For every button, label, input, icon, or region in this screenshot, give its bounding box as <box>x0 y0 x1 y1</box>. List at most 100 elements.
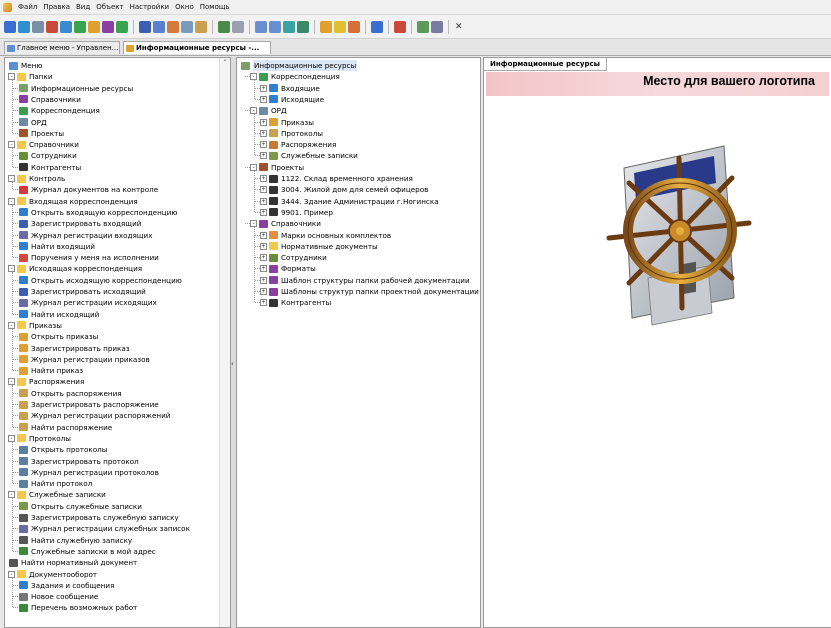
link-icon[interactable] <box>232 20 244 33</box>
collapse-arrow-icon[interactable]: ‹ <box>231 360 234 368</box>
menu-edit[interactable]: Правка <box>40 3 73 11</box>
menu-tree-item[interactable]: Найти протокол <box>5 478 230 489</box>
menu-tree-item[interactable]: Найти входящий <box>5 241 230 252</box>
resources-tree-item[interactable]: + Нормативные документы <box>237 241 462 252</box>
directory-icon[interactable] <box>102 20 114 33</box>
orders-icon[interactable] <box>195 20 207 33</box>
close-icon[interactable]: ✕ <box>455 22 463 32</box>
settings-icon[interactable] <box>394 20 406 33</box>
left-scrollbar[interactable]: ⌃ <box>219 58 230 627</box>
collapse-icon[interactable]: - <box>250 163 257 171</box>
resources-tree-item[interactable]: + Исходящие <box>237 94 462 105</box>
menu-tree-item[interactable]: Корреспонденция <box>5 105 230 116</box>
send-icon[interactable] <box>167 20 179 33</box>
expand-icon[interactable]: + <box>260 288 267 295</box>
collapse-icon[interactable]: - <box>8 141 15 149</box>
menu-tree-item[interactable]: Зарегистрировать протокол <box>5 456 230 467</box>
resources-tree-item[interactable]: + Входящие <box>237 83 462 94</box>
menu-tree-item[interactable]: Новое сообщение <box>5 591 230 602</box>
menu-tree-item[interactable]: Перечень возможных работ <box>5 602 230 613</box>
resources-tree-item[interactable]: +9901. Пример <box>237 207 462 218</box>
resources-tree-item[interactable]: + Протоколы <box>237 128 462 139</box>
menu-tree-item[interactable]: - Протоколы <box>5 433 230 444</box>
menu-settings[interactable]: Настройки <box>127 3 173 11</box>
collapse-icon[interactable]: - <box>8 265 15 273</box>
menu-tree-item[interactable]: - Папки <box>5 71 230 82</box>
menu-tree-item[interactable]: - Справочники <box>5 139 230 150</box>
menu-tree-item[interactable]: Журнал регистрации протоколов <box>5 467 230 478</box>
expand-icon[interactable]: + <box>260 95 267 103</box>
collapse-icon[interactable]: - <box>8 73 15 81</box>
menu-tree-item[interactable]: Журнал регистрации исходящих <box>5 297 230 308</box>
menu-tree-item[interactable]: Справочники <box>5 94 230 105</box>
menu-tree-item[interactable]: Найти служебную записку <box>5 535 230 546</box>
group-icon[interactable] <box>348 20 360 33</box>
expand-icon[interactable]: + <box>260 208 267 216</box>
up-icon[interactable] <box>283 20 295 33</box>
expand-icon[interactable]: + <box>260 175 267 182</box>
expand-icon[interactable]: + <box>260 231 267 239</box>
expand-icon[interactable]: + <box>260 254 267 262</box>
collapse-icon[interactable]: - <box>250 107 257 115</box>
expand-icon[interactable]: + <box>260 84 267 92</box>
collapse-icon[interactable]: - <box>8 175 15 182</box>
expand-icon[interactable]: + <box>260 276 267 284</box>
resources-tree-item[interactable]: - Проекты <box>237 162 462 173</box>
menu-tree-item[interactable]: Найти приказ <box>5 365 230 376</box>
menu-tree-item[interactable]: - Приказы <box>5 320 230 331</box>
back-icon[interactable] <box>255 20 267 33</box>
menu-tree-item[interactable]: Открыть протоколы <box>5 444 230 455</box>
menu-tree-item[interactable]: Зарегистрировать исходящий <box>5 286 230 297</box>
menu-tree-item[interactable]: Журнал регистрации служебных записок <box>5 523 230 534</box>
expand-icon[interactable]: + <box>260 186 267 194</box>
collapse-icon[interactable]: - <box>8 434 15 442</box>
check-icon[interactable] <box>417 20 429 33</box>
expand-icon[interactable]: + <box>260 152 267 160</box>
menu-tree-item[interactable]: Найти распоряжение <box>5 422 230 433</box>
collapse-icon[interactable]: - <box>8 491 15 499</box>
collapse-icon[interactable]: - <box>8 378 15 386</box>
menu-tree-item[interactable]: Открыть входящую корреспонденцию <box>5 207 230 218</box>
resources-tree-item[interactable]: - Справочники <box>237 218 462 229</box>
resources-tree-item[interactable]: Информационные ресурсы <box>237 60 462 71</box>
menu-tree-item[interactable]: Найти нормативный документ <box>5 557 230 568</box>
menu-tree-item[interactable]: Сотрудники <box>5 150 230 161</box>
menu-tree-item[interactable]: Зарегистрировать входящий <box>5 218 230 229</box>
resources-tree-item[interactable]: - ОРД <box>237 105 462 116</box>
resources-tree-item[interactable]: + Приказы <box>237 117 462 128</box>
navigate-icon[interactable] <box>60 20 72 33</box>
expand-icon[interactable]: + <box>260 265 267 273</box>
resources-tree-item[interactable]: +1122. Склад временного хранения <box>237 173 462 184</box>
resources-tree-item[interactable]: + Марки основных комплектов <box>237 230 462 241</box>
expand-icon[interactable]: + <box>260 197 267 205</box>
resources-tree-item[interactable]: + Форматы <box>237 263 462 274</box>
menu-window[interactable]: Окно <box>172 3 197 11</box>
menu-tree-item[interactable]: - Контроль <box>5 173 230 184</box>
mail-in-icon[interactable] <box>139 20 151 33</box>
menu-tree-item[interactable]: - Исходящая корреспонденция <box>5 263 230 274</box>
home-icon[interactable] <box>297 20 309 33</box>
collapse-icon[interactable]: - <box>8 197 15 205</box>
resources-tree-item[interactable]: - Корреспонденция <box>237 71 462 82</box>
export-icon[interactable] <box>46 20 58 33</box>
sort-icon[interactable] <box>320 20 332 33</box>
menu-tree-item[interactable]: Меню <box>5 60 230 71</box>
collapse-icon[interactable]: - <box>8 570 15 578</box>
menu-tree-item[interactable]: Зарегистрировать распоряжение <box>5 399 230 410</box>
resources-tree-item[interactable]: + Служебные записки <box>237 150 462 161</box>
find-icon[interactable] <box>74 20 86 33</box>
menu-tree-item[interactable]: - Распоряжения <box>5 376 230 387</box>
folder-star-icon[interactable] <box>88 20 100 33</box>
collapse-icon[interactable]: - <box>8 321 15 329</box>
grid-icon[interactable] <box>116 20 128 33</box>
menu-tree-item[interactable]: - Служебные записки <box>5 489 230 500</box>
menu-tree-item[interactable]: Поручения у меня на исполнении <box>5 252 230 263</box>
menu-tree-item[interactable]: Проекты <box>5 128 230 139</box>
menu-tree-item[interactable]: Информационные ресурсы <box>5 83 230 94</box>
expand-icon[interactable]: + <box>260 129 267 137</box>
menu-tree-item[interactable]: ОРД <box>5 117 230 128</box>
menu-view[interactable]: Вид <box>73 3 93 11</box>
menu-tree-item[interactable]: Контрагенты <box>5 162 230 173</box>
expand-icon[interactable]: + <box>260 299 267 307</box>
menu-object[interactable]: Объект <box>93 3 126 11</box>
